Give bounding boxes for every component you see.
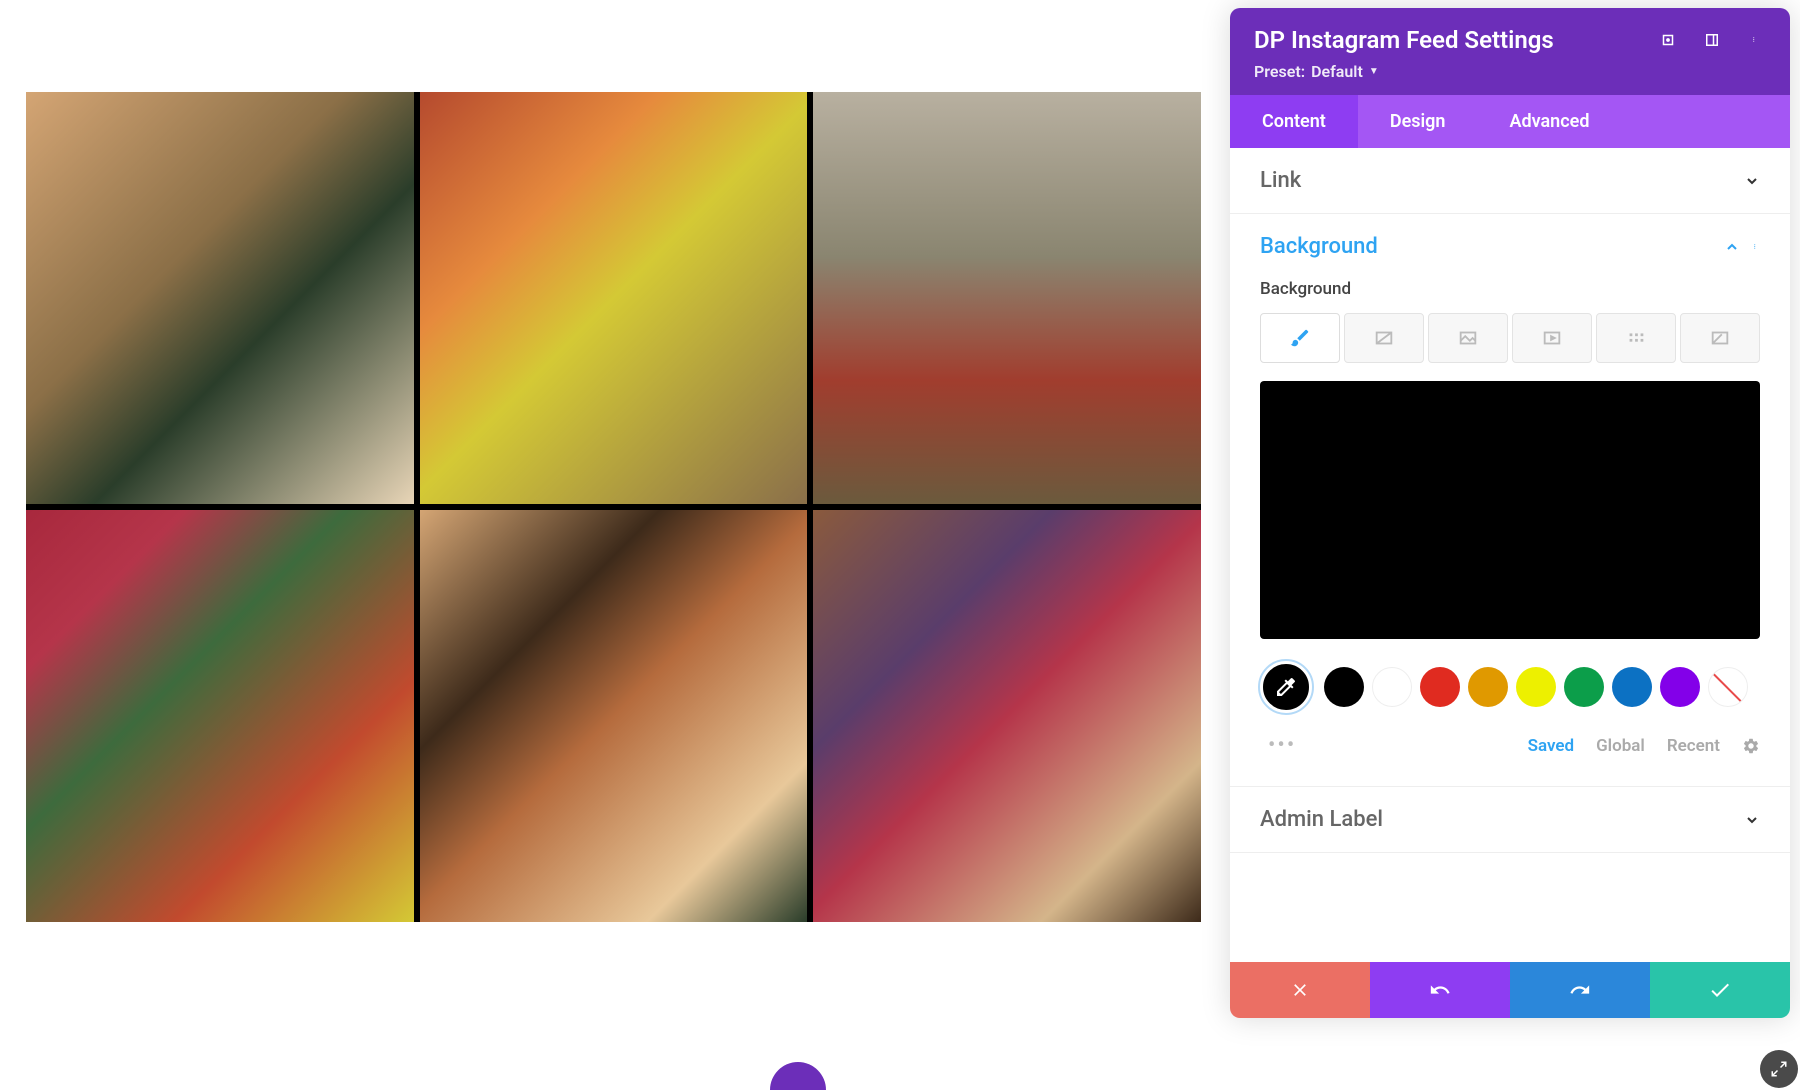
panel-title: DP Instagram Feed Settings xyxy=(1254,26,1658,54)
tab-design[interactable]: Design xyxy=(1358,95,1478,148)
resize-handle[interactable] xyxy=(1760,1050,1798,1088)
color-actions-row: ••• Saved Global Recent xyxy=(1260,733,1760,758)
feed-image[interactable] xyxy=(813,510,1201,922)
swatch-transparent[interactable] xyxy=(1708,667,1748,707)
swatch-purple[interactable] xyxy=(1660,667,1700,707)
section-title-admin-label: Admin Label xyxy=(1260,807,1383,832)
module-add-button[interactable] xyxy=(770,1062,826,1090)
tab-content[interactable]: Content xyxy=(1230,95,1358,148)
swatch-yellow[interactable] xyxy=(1516,667,1556,707)
tab-advanced[interactable]: Advanced xyxy=(1477,95,1621,148)
background-color-preview[interactable] xyxy=(1260,381,1760,639)
feed-image[interactable] xyxy=(26,92,414,504)
section-background: Background Background xyxy=(1230,214,1790,787)
section-link: Link xyxy=(1230,148,1790,214)
section-head-link[interactable]: Link xyxy=(1230,148,1790,213)
snap-icon[interactable] xyxy=(1702,30,1722,50)
eyedropper-swatch[interactable] xyxy=(1260,661,1312,713)
section-title-background: Background xyxy=(1260,234,1378,259)
panel-body: Link Background Background xyxy=(1230,148,1790,962)
feed-image[interactable] xyxy=(813,92,1201,504)
swatch-black[interactable] xyxy=(1324,667,1364,707)
section-admin-label: Admin Label xyxy=(1230,787,1790,853)
bg-tab-color[interactable] xyxy=(1260,313,1340,363)
more-colors-icon[interactable]: ••• xyxy=(1268,733,1296,758)
chevron-down-icon xyxy=(1744,173,1760,189)
tabs: Content Design Advanced xyxy=(1230,95,1790,148)
instagram-feed-grid xyxy=(26,92,1201,922)
save-button[interactable] xyxy=(1650,962,1790,1018)
color-swatches xyxy=(1260,661,1760,713)
section-title-link: Link xyxy=(1260,168,1301,193)
expand-icon[interactable] xyxy=(1658,30,1678,50)
bg-tab-mask[interactable] xyxy=(1680,313,1760,363)
chevron-down-icon xyxy=(1744,812,1760,828)
panel-header: DP Instagram Feed Settings Preset: Defau… xyxy=(1230,8,1790,95)
bg-tab-pattern[interactable] xyxy=(1596,313,1676,363)
bg-tab-image[interactable] xyxy=(1428,313,1508,363)
background-type-tabs xyxy=(1260,313,1760,363)
color-saved-link[interactable]: Saved xyxy=(1528,736,1575,756)
undo-button[interactable] xyxy=(1370,962,1510,1018)
close-button[interactable] xyxy=(1230,962,1370,1018)
section-head-background[interactable]: Background xyxy=(1230,214,1790,279)
background-field-label: Background xyxy=(1260,279,1760,299)
feed-image[interactable] xyxy=(420,92,808,504)
settings-panel: DP Instagram Feed Settings Preset: Defau… xyxy=(1230,8,1790,1018)
preset-dropdown[interactable]: Preset: Default ▼ xyxy=(1254,62,1766,81)
redo-button[interactable] xyxy=(1510,962,1650,1018)
caret-down-icon: ▼ xyxy=(1369,66,1379,77)
bg-tab-video[interactable] xyxy=(1512,313,1592,363)
preset-value: Default xyxy=(1311,62,1363,81)
preset-prefix: Preset: xyxy=(1254,62,1305,81)
panel-footer xyxy=(1230,962,1790,1018)
section-head-admin-label[interactable]: Admin Label xyxy=(1230,787,1790,852)
more-menu-icon[interactable] xyxy=(1746,30,1766,50)
chevron-up-icon xyxy=(1724,239,1740,255)
color-global-link[interactable]: Global xyxy=(1596,736,1645,756)
section-more-icon[interactable] xyxy=(1754,237,1760,257)
swatch-green[interactable] xyxy=(1564,667,1604,707)
bg-tab-gradient[interactable] xyxy=(1344,313,1424,363)
color-recent-link[interactable]: Recent xyxy=(1667,736,1720,756)
swatch-blue[interactable] xyxy=(1612,667,1652,707)
feed-image[interactable] xyxy=(26,510,414,922)
gear-icon[interactable] xyxy=(1742,737,1760,755)
swatch-white[interactable] xyxy=(1372,667,1412,707)
feed-image[interactable] xyxy=(420,510,808,922)
swatch-orange[interactable] xyxy=(1468,667,1508,707)
swatch-red[interactable] xyxy=(1420,667,1460,707)
